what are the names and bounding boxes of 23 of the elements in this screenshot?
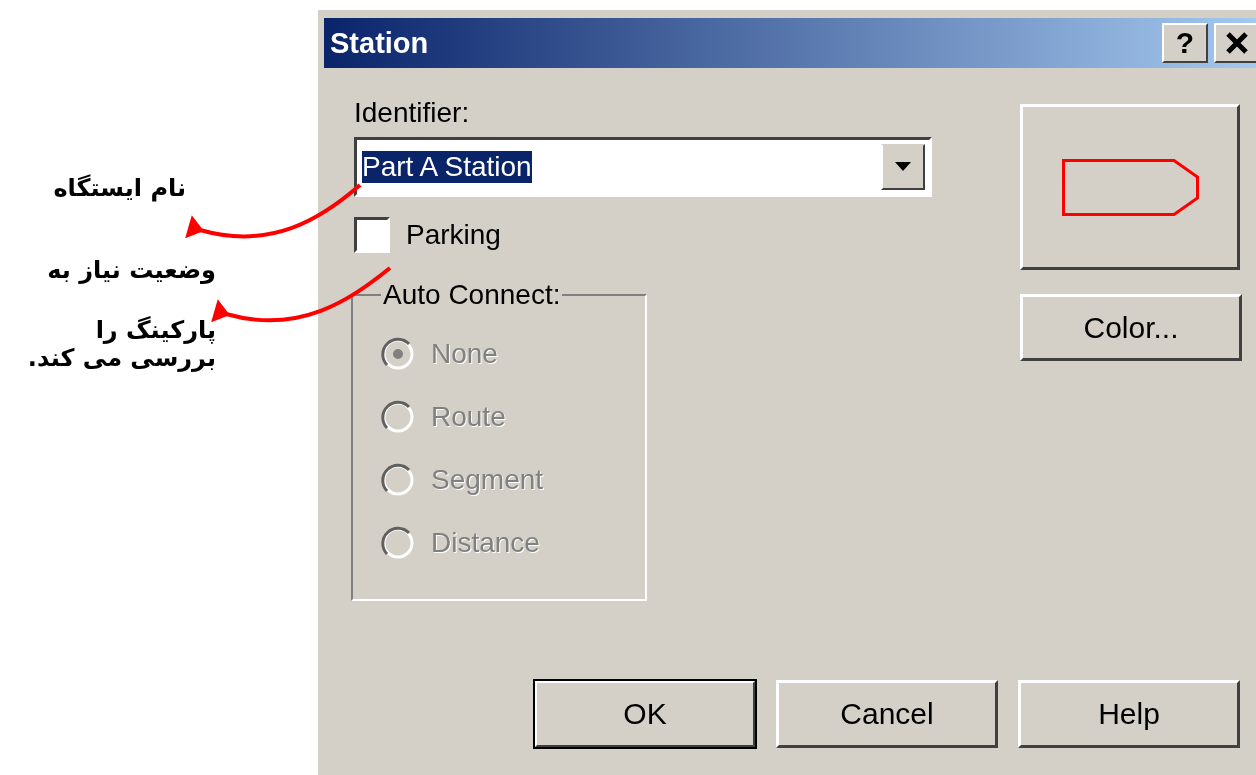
annotation-text: نام ایستگاه (53, 176, 186, 200)
radio-label: Segment (431, 466, 544, 495)
dialog-button[interactable]: Help (1018, 680, 1240, 748)
close-button[interactable] (1214, 23, 1256, 63)
dialog-button[interactable]: OK (534, 680, 756, 748)
caret-icon (895, 162, 911, 172)
radio-label: Route (431, 403, 506, 432)
close-icon (1225, 32, 1249, 54)
identifier-combo-box[interactable]: Part A Station (354, 136, 932, 197)
radio-label: Distance (431, 529, 540, 558)
annotation-text: وضعیت نیاز به پارکینگ را بررسی می کند. (27, 258, 216, 374)
color-button[interactable]: Color... (1020, 294, 1242, 361)
group-label: Auto Connect: (382, 280, 562, 309)
identifier-value: Part A Station (362, 150, 532, 183)
station-shape-icon (1061, 158, 1199, 216)
help-button[interactable]: ? (1162, 23, 1208, 63)
dialog-button[interactable]: Cancel (776, 680, 998, 748)
window-title: Station (330, 26, 430, 60)
radio-label: None (431, 340, 498, 369)
identifier-label: Identifier: (354, 98, 471, 129)
parking-label: Parking (406, 218, 501, 251)
dropdown-button[interactable] (881, 143, 925, 190)
parking-checkbox[interactable] (354, 216, 390, 253)
